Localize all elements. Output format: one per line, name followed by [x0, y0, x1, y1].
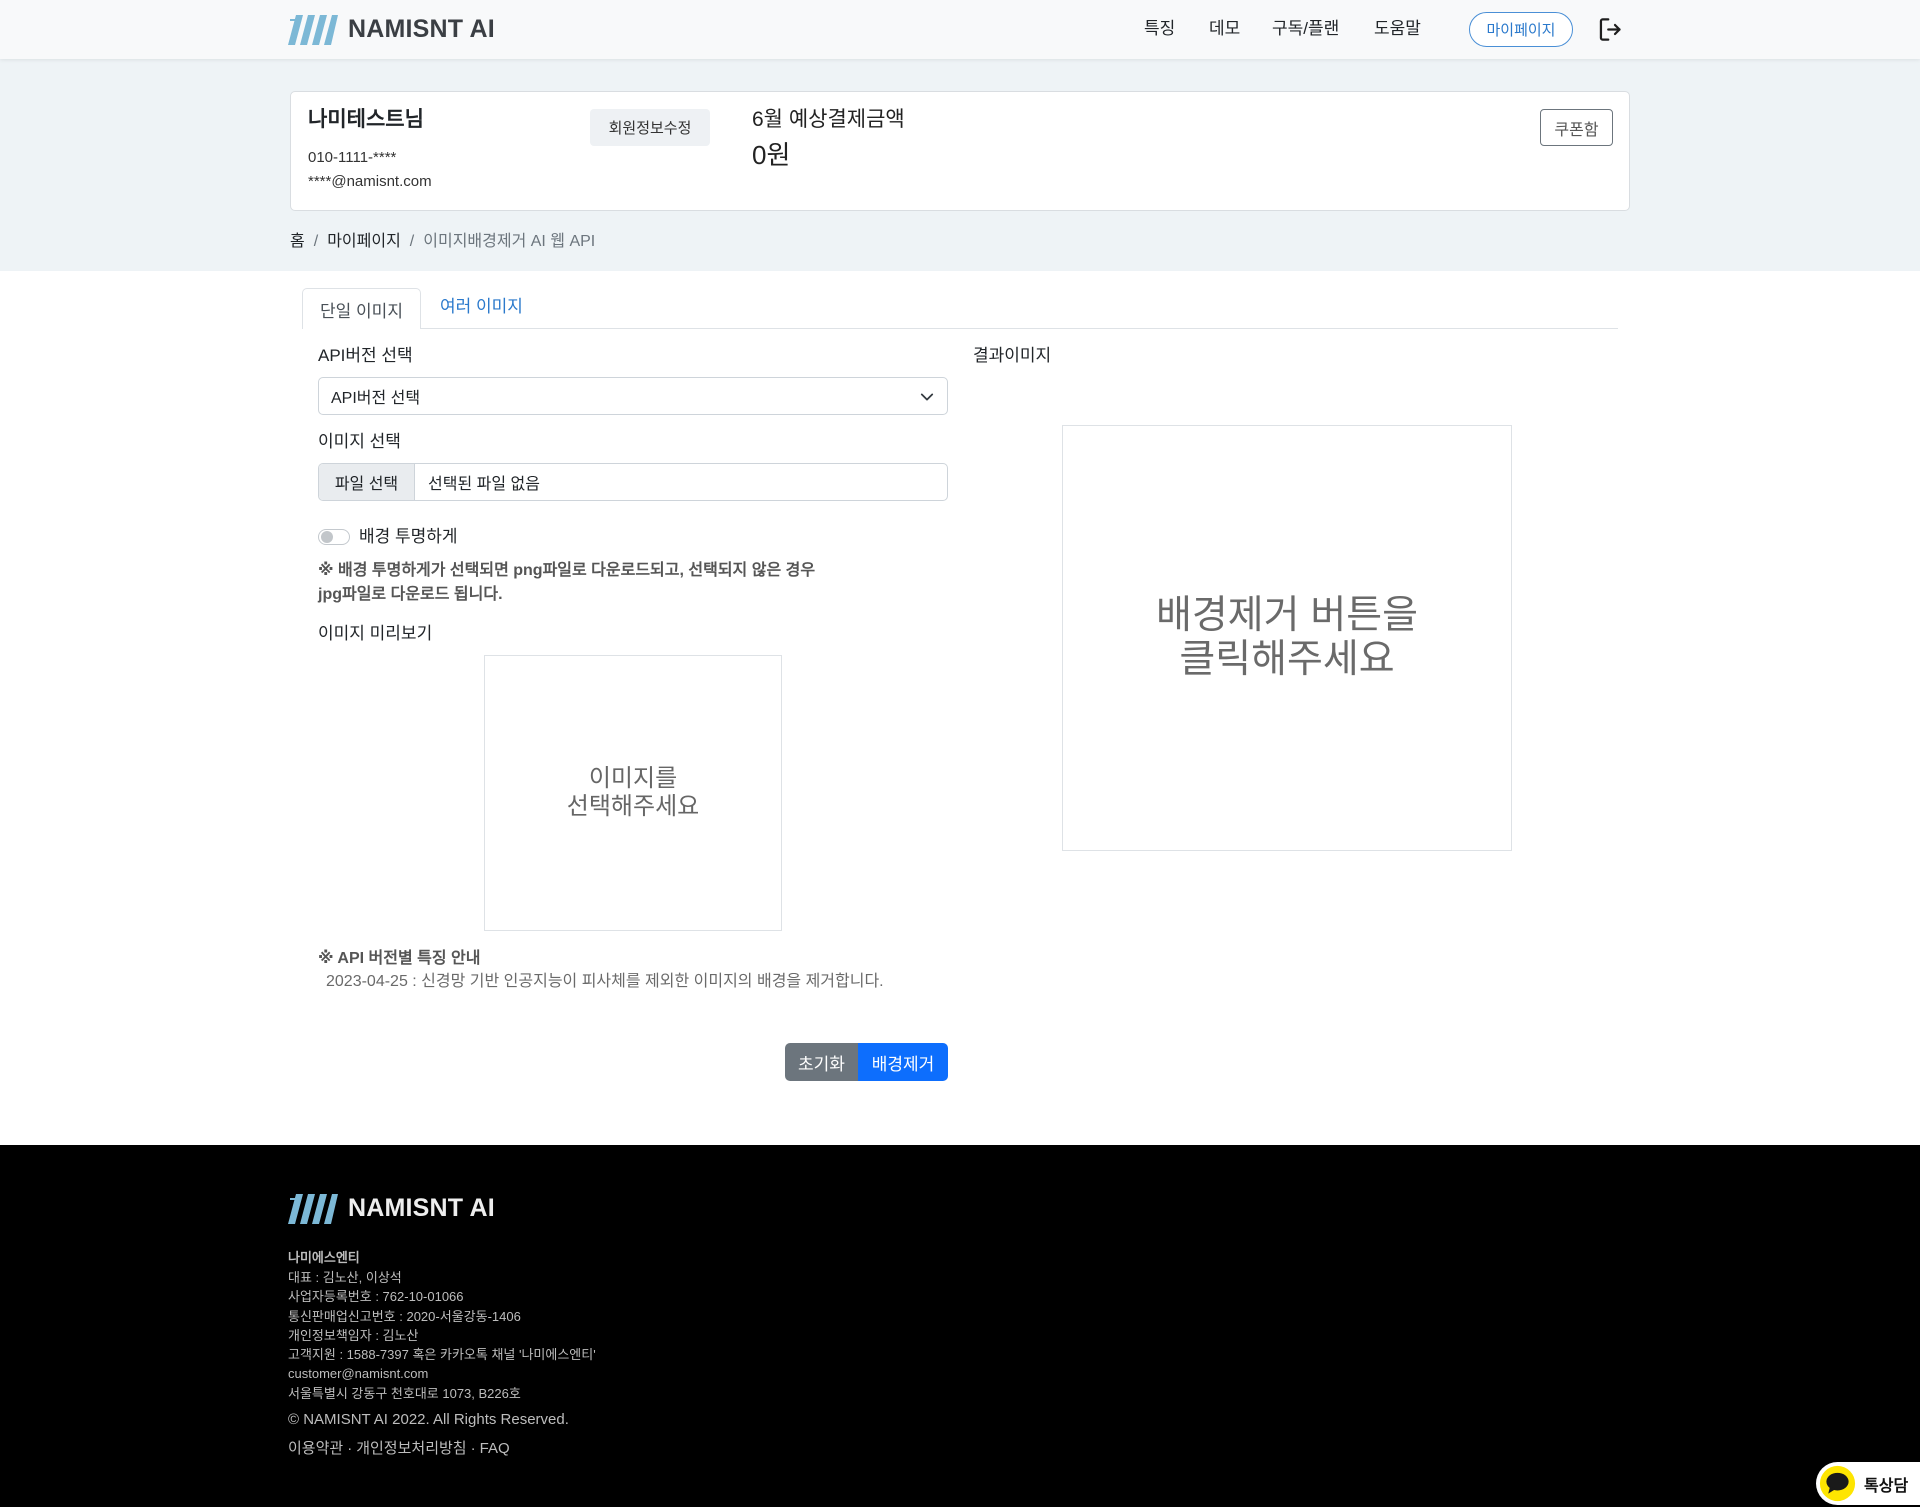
breadcrumb-current: 이미지배경제거 AI 웹 API: [423, 233, 596, 250]
footer-links: 이용약관 · 개인정보처리방침 · FAQ: [288, 1440, 510, 1458]
transparent-note-line: ※ 배경 투명하게가 선택되면 png파일로 다운로드되고, 선택되지 않은 경…: [318, 562, 816, 579]
api-notes-title: ※ API 버전별 특징 안내: [318, 950, 481, 967]
expected-payment-amount: 0원: [752, 140, 791, 170]
image-select-label: 이미지 선택: [318, 432, 401, 451]
user-name: 나미테스트님: [308, 108, 424, 131]
api-version-selected-value: API버전 선택: [331, 390, 421, 407]
transparent-note-line: jpg파일로 다운로드 됩니다.: [318, 586, 503, 603]
nav-demo[interactable]: 데모: [1209, 19, 1240, 39]
footer-link-faq[interactable]: FAQ: [480, 1440, 510, 1457]
footer-ecommerce-number: 통신판매업신고번호 : 2020-서울강동-1406: [288, 1308, 521, 1324]
footer-ceo: 대표 : 김노산, 이상석: [288, 1270, 402, 1285]
edit-profile-button[interactable]: 회원정보수정: [590, 109, 710, 146]
preview-placeholder-line: 이미지를: [588, 765, 678, 792]
result-image-box: 배경제거 버튼을 클릭해주세요: [1062, 425, 1512, 851]
coupon-box-button[interactable]: 쿠폰함: [1540, 109, 1613, 146]
tab-single-image[interactable]: 단일 이미지: [302, 288, 421, 329]
result-image-label: 결과이미지: [973, 346, 1052, 365]
api-version-select[interactable]: API버전 선택: [318, 377, 948, 415]
api-note-item: 2023-04-25 : 신경망 기반 인공지능이 피사체를 제외한 이미지의 …: [326, 973, 884, 990]
result-placeholder-line: 배경제거 버튼을: [1156, 594, 1418, 637]
reset-button[interactable]: 초기화: [785, 1043, 858, 1081]
footer-company-name: 나미에스엔티: [288, 1250, 360, 1265]
footer-copyright: © NAMISNT AI 2022. All Rights Reserved.: [288, 1411, 569, 1428]
remove-background-button[interactable]: 배경제거: [858, 1043, 948, 1081]
breadcrumb-home[interactable]: 홈: [290, 233, 305, 250]
result-placeholder-line: 클릭해주세요: [1179, 638, 1395, 681]
footer-brand-name: NAMISNT AI: [348, 1194, 495, 1222]
talk-consult-button[interactable]: 톡상담: [1816, 1462, 1920, 1505]
tab-multiple-images[interactable]: 여러 이미지: [440, 297, 523, 317]
footer-privacy-officer: 개인정보책임자 : 김노산: [288, 1327, 419, 1343]
transparent-background-toggle[interactable]: [318, 529, 350, 545]
footer-business-number: 사업자등록번호 : 762-10-01066: [288, 1289, 464, 1305]
breadcrumb-mypage[interactable]: 마이페이지: [327, 233, 401, 250]
chat-bubble-icon: [1819, 1465, 1856, 1502]
breadcrumb-separator: /: [313, 233, 319, 250]
footer-link-terms[interactable]: 이용약관: [288, 1440, 343, 1457]
choose-file-button[interactable]: 파일 선택: [319, 464, 415, 500]
footer-address: 서울특별시 강동구 천호대로 1073, B226호: [288, 1385, 521, 1401]
preview-placeholder-line: 선택해주세요: [566, 793, 700, 820]
image-preview-box: 이미지를 선택해주세요: [484, 655, 782, 931]
transparent-background-label[interactable]: 배경 투명하게: [359, 527, 458, 547]
file-status-text: 선택된 파일 없음: [428, 476, 540, 493]
footer-logo-icon: [288, 1194, 338, 1224]
expected-payment-label: 6월 예상결제금액: [752, 108, 905, 131]
user-phone: 010-1111-****: [308, 149, 397, 166]
image-preview-label: 이미지 미리보기: [318, 624, 433, 643]
nav-features[interactable]: 특징: [1144, 19, 1175, 39]
chevron-down-icon: [920, 393, 934, 401]
brand-logo-icon[interactable]: [288, 15, 338, 45]
footer-company-info: 대표 : 김노산, 이상석 사업자등록번호 : 762-10-01066 통신판…: [288, 1268, 596, 1403]
toggle-knob: [321, 531, 333, 543]
user-email: ****@namisnt.com: [308, 173, 432, 190]
nav-help[interactable]: 도움말: [1374, 19, 1421, 39]
image-file-input[interactable]: 파일 선택 선택된 파일 없음: [318, 463, 948, 501]
footer-link-separator: ·: [347, 1440, 353, 1457]
breadcrumb: 홈 / 마이페이지 / 이미지배경제거 AI 웹 API: [290, 232, 595, 252]
api-version-label: API버전 선택: [318, 346, 413, 365]
footer-link-separator: ·: [470, 1440, 476, 1457]
footer-link-privacy[interactable]: 개인정보처리방침: [356, 1440, 466, 1457]
footer-support: 고객지원 : 1588-7397 혹은 카카오톡 채널 '나미에스엔티': [288, 1347, 596, 1363]
account-card: 나미테스트님 010-1111-**** ****@namisnt.com 회원…: [290, 91, 1630, 211]
transparent-note: ※ 배경 투명하게가 선택되면 png파일로 다운로드되고, 선택되지 않은 경…: [318, 559, 815, 607]
tab-divider: [302, 328, 1618, 329]
brand-name[interactable]: NAMISNT AI: [348, 14, 495, 44]
logout-icon[interactable]: [1597, 16, 1624, 43]
nav-subscription[interactable]: 구독/플랜: [1272, 19, 1339, 39]
top-navbar: NAMISNT AI 특징 데모 구독/플랜 도움말 마이페이지: [0, 0, 1920, 59]
talk-consult-label: 톡상담: [1864, 1477, 1909, 1495]
mypage-button[interactable]: 마이페이지: [1469, 12, 1573, 47]
footer-email: customer@namisnt.com: [288, 1366, 429, 1382]
breadcrumb-separator: /: [409, 233, 415, 250]
